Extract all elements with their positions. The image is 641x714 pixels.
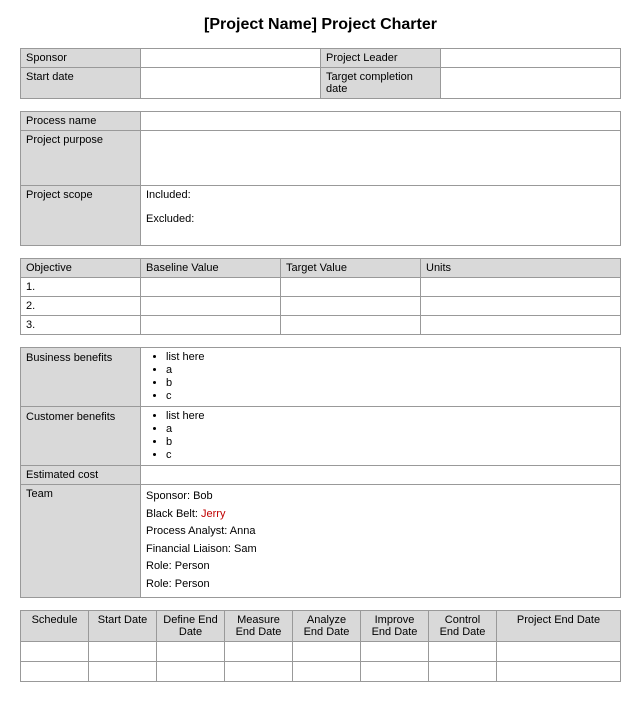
benefits-section: Business benefits list here a b c Custom… — [20, 347, 621, 598]
objectives-section: Objective Baseline Value Target Value Un… — [20, 258, 621, 335]
team-value[interactable]: Sponsor: Bob Black Belt: Jerry Process A… — [141, 485, 621, 598]
start-date-label: Start date — [21, 68, 141, 99]
customer-benefits-value[interactable]: list here a b c — [141, 407, 621, 466]
obj-row-1-units[interactable] — [421, 278, 621, 297]
schedule-row-2-improve[interactable] — [361, 661, 429, 681]
schedule-row-2-start[interactable] — [89, 661, 157, 681]
list-item: c — [166, 449, 615, 461]
project-purpose-value[interactable] — [141, 131, 621, 186]
schedule-row-2-project-end[interactable] — [497, 661, 621, 681]
obj-row-3-baseline[interactable] — [141, 316, 281, 335]
schedule-row-2-define[interactable] — [157, 661, 225, 681]
scope-included: Included: — [146, 189, 615, 201]
schedule-row-1-measure[interactable] — [225, 641, 293, 661]
obj-row-3-target[interactable] — [281, 316, 421, 335]
team-jerry: Jerry — [201, 508, 225, 520]
project-scope-value[interactable]: Included: Excluded: — [141, 186, 621, 246]
customer-benefits-list: list here a b c — [146, 410, 615, 461]
obj-row-3-units[interactable] — [421, 316, 621, 335]
col-improve-end: Improve End Date — [361, 610, 429, 641]
list-item: list here — [166, 351, 615, 363]
team-content: Sponsor: Bob Black Belt: Jerry Process A… — [146, 488, 615, 594]
col-project-end: Project End Date — [497, 610, 621, 641]
team-analyst: Process Analyst: Anna — [146, 523, 615, 541]
schedule-row-2-measure[interactable] — [225, 661, 293, 681]
business-benefits-list: list here a b c — [146, 351, 615, 402]
col-start-date: Start Date — [89, 610, 157, 641]
project-leader-label: Project Leader — [321, 49, 441, 68]
col-measure-end: Measure End Date — [225, 610, 293, 641]
project-purpose-label: Project purpose — [21, 131, 141, 186]
business-benefits-value[interactable]: list here a b c — [141, 348, 621, 407]
schedule-row-2-schedule[interactable] — [21, 661, 89, 681]
page-title: [Project Name] Project Charter — [20, 16, 621, 34]
team-black-belt: Black Belt: Jerry — [146, 506, 615, 524]
obj-row-1-label: 1. — [21, 278, 141, 297]
obj-row-2-units[interactable] — [421, 297, 621, 316]
schedule-row-1-define[interactable] — [157, 641, 225, 661]
schedule-row-2-control[interactable] — [429, 661, 497, 681]
schedule-row-1-start[interactable] — [89, 641, 157, 661]
col-target: Target Value — [281, 259, 421, 278]
target-completion-label: Target completion date — [321, 68, 441, 99]
obj-row-2-target[interactable] — [281, 297, 421, 316]
col-objective: Objective — [21, 259, 141, 278]
process-name-label: Process name — [21, 112, 141, 131]
scope-excluded: Excluded: — [146, 213, 615, 225]
list-item: a — [166, 364, 615, 376]
team-sponsor: Sponsor: Bob — [146, 488, 615, 506]
obj-row-2-label: 2. — [21, 297, 141, 316]
start-date-value[interactable] — [141, 68, 321, 99]
team-financial: Financial Liaison: Sam — [146, 541, 615, 559]
schedule-section: Schedule Start Date Define End Date Meas… — [20, 610, 621, 682]
obj-row-1-baseline[interactable] — [141, 278, 281, 297]
business-benefits-label: Business benefits — [21, 348, 141, 407]
obj-row-3-label: 3. — [21, 316, 141, 335]
schedule-row-1-analyze[interactable] — [293, 641, 361, 661]
customer-benefits-label: Customer benefits — [21, 407, 141, 466]
list-item: a — [166, 423, 615, 435]
list-item: b — [166, 377, 615, 389]
schedule-row-2-analyze[interactable] — [293, 661, 361, 681]
team-label: Team — [21, 485, 141, 598]
col-define-end: Define End Date — [157, 610, 225, 641]
list-item: list here — [166, 410, 615, 422]
process-name-value[interactable] — [141, 112, 621, 131]
process-section: Process name Project purpose Project sco… — [20, 111, 621, 246]
sponsor-label: Sponsor — [21, 49, 141, 68]
obj-row-2-baseline[interactable] — [141, 297, 281, 316]
list-item: b — [166, 436, 615, 448]
schedule-row-1-schedule[interactable] — [21, 641, 89, 661]
col-units: Units — [421, 259, 621, 278]
col-baseline: Baseline Value — [141, 259, 281, 278]
schedule-row-1-control[interactable] — [429, 641, 497, 661]
sponsor-value[interactable] — [141, 49, 321, 68]
obj-row-1-target[interactable] — [281, 278, 421, 297]
schedule-row-1-improve[interactable] — [361, 641, 429, 661]
col-control-end: Control End Date — [429, 610, 497, 641]
schedule-row-1-project-end[interactable] — [497, 641, 621, 661]
project-leader-value[interactable] — [441, 49, 621, 68]
estimated-cost-value[interactable] — [141, 466, 621, 485]
target-completion-value[interactable] — [441, 68, 621, 99]
project-scope-label: Project scope — [21, 186, 141, 246]
list-item: c — [166, 390, 615, 402]
col-analyze-end: Analyze End Date — [293, 610, 361, 641]
team-role-1: Role: Person — [146, 558, 615, 576]
team-role-2: Role: Person — [146, 576, 615, 594]
col-schedule: Schedule — [21, 610, 89, 641]
estimated-cost-label: Estimated cost — [21, 466, 141, 485]
header-section: Sponsor Project Leader Start date Target… — [20, 48, 621, 99]
